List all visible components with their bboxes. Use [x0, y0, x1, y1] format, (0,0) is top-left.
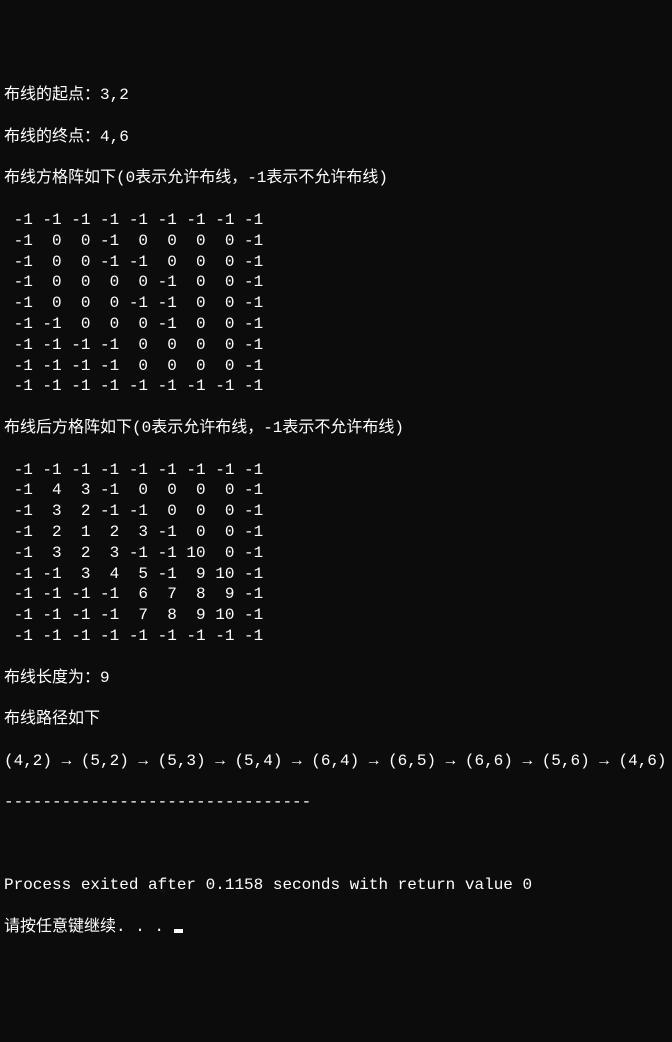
press-key-text: 请按任意键继续. . . — [4, 918, 174, 936]
length-line: 布线长度为：9 — [4, 668, 668, 689]
grid-row: -1 -1 -1 -1 -1 -1 -1 -1 -1 — [4, 210, 668, 231]
path-label: 布线路径如下 — [4, 709, 668, 730]
press-key-line[interactable]: 请按任意键继续. . . — [4, 917, 668, 938]
start-point-line: 布线的起点：3,2 — [4, 85, 668, 106]
grid-row: -1 -1 -1 -1 0 0 0 0 -1 — [4, 335, 668, 356]
end-value: 4,6 — [100, 128, 129, 146]
process-exit-line: Process exited after 0.1158 seconds with… — [4, 875, 668, 896]
process-exit-mid: seconds with return value — [263, 876, 522, 894]
grid-row: -1 -1 3 4 5 -1 9 10 -1 — [4, 564, 668, 585]
grid-row: -1 -1 -1 -1 0 0 0 0 -1 — [4, 356, 668, 377]
process-exit-time: 0.1158 — [206, 876, 264, 894]
grid-after-label: 布线后方格阵如下(0表示允许布线，-1表示不允许布线) — [4, 418, 668, 439]
grid-row: -1 -1 -1 -1 7 8 9 10 -1 — [4, 605, 668, 626]
grid-row: -1 3 2 -1 -1 0 0 0 -1 — [4, 501, 668, 522]
grid-row: -1 0 0 -1 -1 0 0 0 -1 — [4, 252, 668, 273]
grid-row: -1 -1 0 0 0 -1 0 0 -1 — [4, 314, 668, 335]
grid-row: -1 0 0 -1 0 0 0 0 -1 — [4, 231, 668, 252]
start-label: 布线的起点： — [4, 86, 100, 104]
process-exit-prefix: Process exited after — [4, 876, 206, 894]
grid-row: -1 3 2 3 -1 -1 10 0 -1 — [4, 543, 668, 564]
grid-before: -1 -1 -1 -1 -1 -1 -1 -1 -1 -1 0 0 -1 0 0… — [4, 210, 668, 397]
grid-row: -1 -1 -1 -1 -1 -1 -1 -1 -1 — [4, 626, 668, 647]
start-value: 3,2 — [100, 86, 129, 104]
cursor-icon — [174, 929, 183, 933]
grid-row: -1 0 0 0 0 -1 0 0 -1 — [4, 272, 668, 293]
grid-row: -1 -1 -1 -1 -1 -1 -1 -1 -1 — [4, 460, 668, 481]
grid-after: -1 -1 -1 -1 -1 -1 -1 -1 -1 -1 4 3 -1 0 0… — [4, 460, 668, 647]
process-exit-code: 0 — [523, 876, 533, 894]
grid-before-label: 布线方格阵如下(0表示允许布线，-1表示不允许布线) — [4, 168, 668, 189]
path-line: (4,2) → (5,2) → (5,3) → (5,4) → (6,4) → … — [4, 751, 668, 772]
grid-row: -1 0 0 0 -1 -1 0 0 -1 — [4, 293, 668, 314]
end-point-line: 布线的终点：4,6 — [4, 127, 668, 148]
grid-row: -1 -1 -1 -1 -1 -1 -1 -1 -1 — [4, 376, 668, 397]
blank-line — [4, 834, 668, 855]
length-value: 9 — [100, 669, 110, 687]
end-label: 布线的终点： — [4, 128, 100, 146]
grid-row: -1 -1 -1 -1 6 7 8 9 -1 — [4, 584, 668, 605]
length-label: 布线长度为： — [4, 669, 100, 687]
grid-row: -1 4 3 -1 0 0 0 0 -1 — [4, 480, 668, 501]
grid-row: -1 2 1 2 3 -1 0 0 -1 — [4, 522, 668, 543]
divider: -------------------------------- — [4, 792, 668, 813]
